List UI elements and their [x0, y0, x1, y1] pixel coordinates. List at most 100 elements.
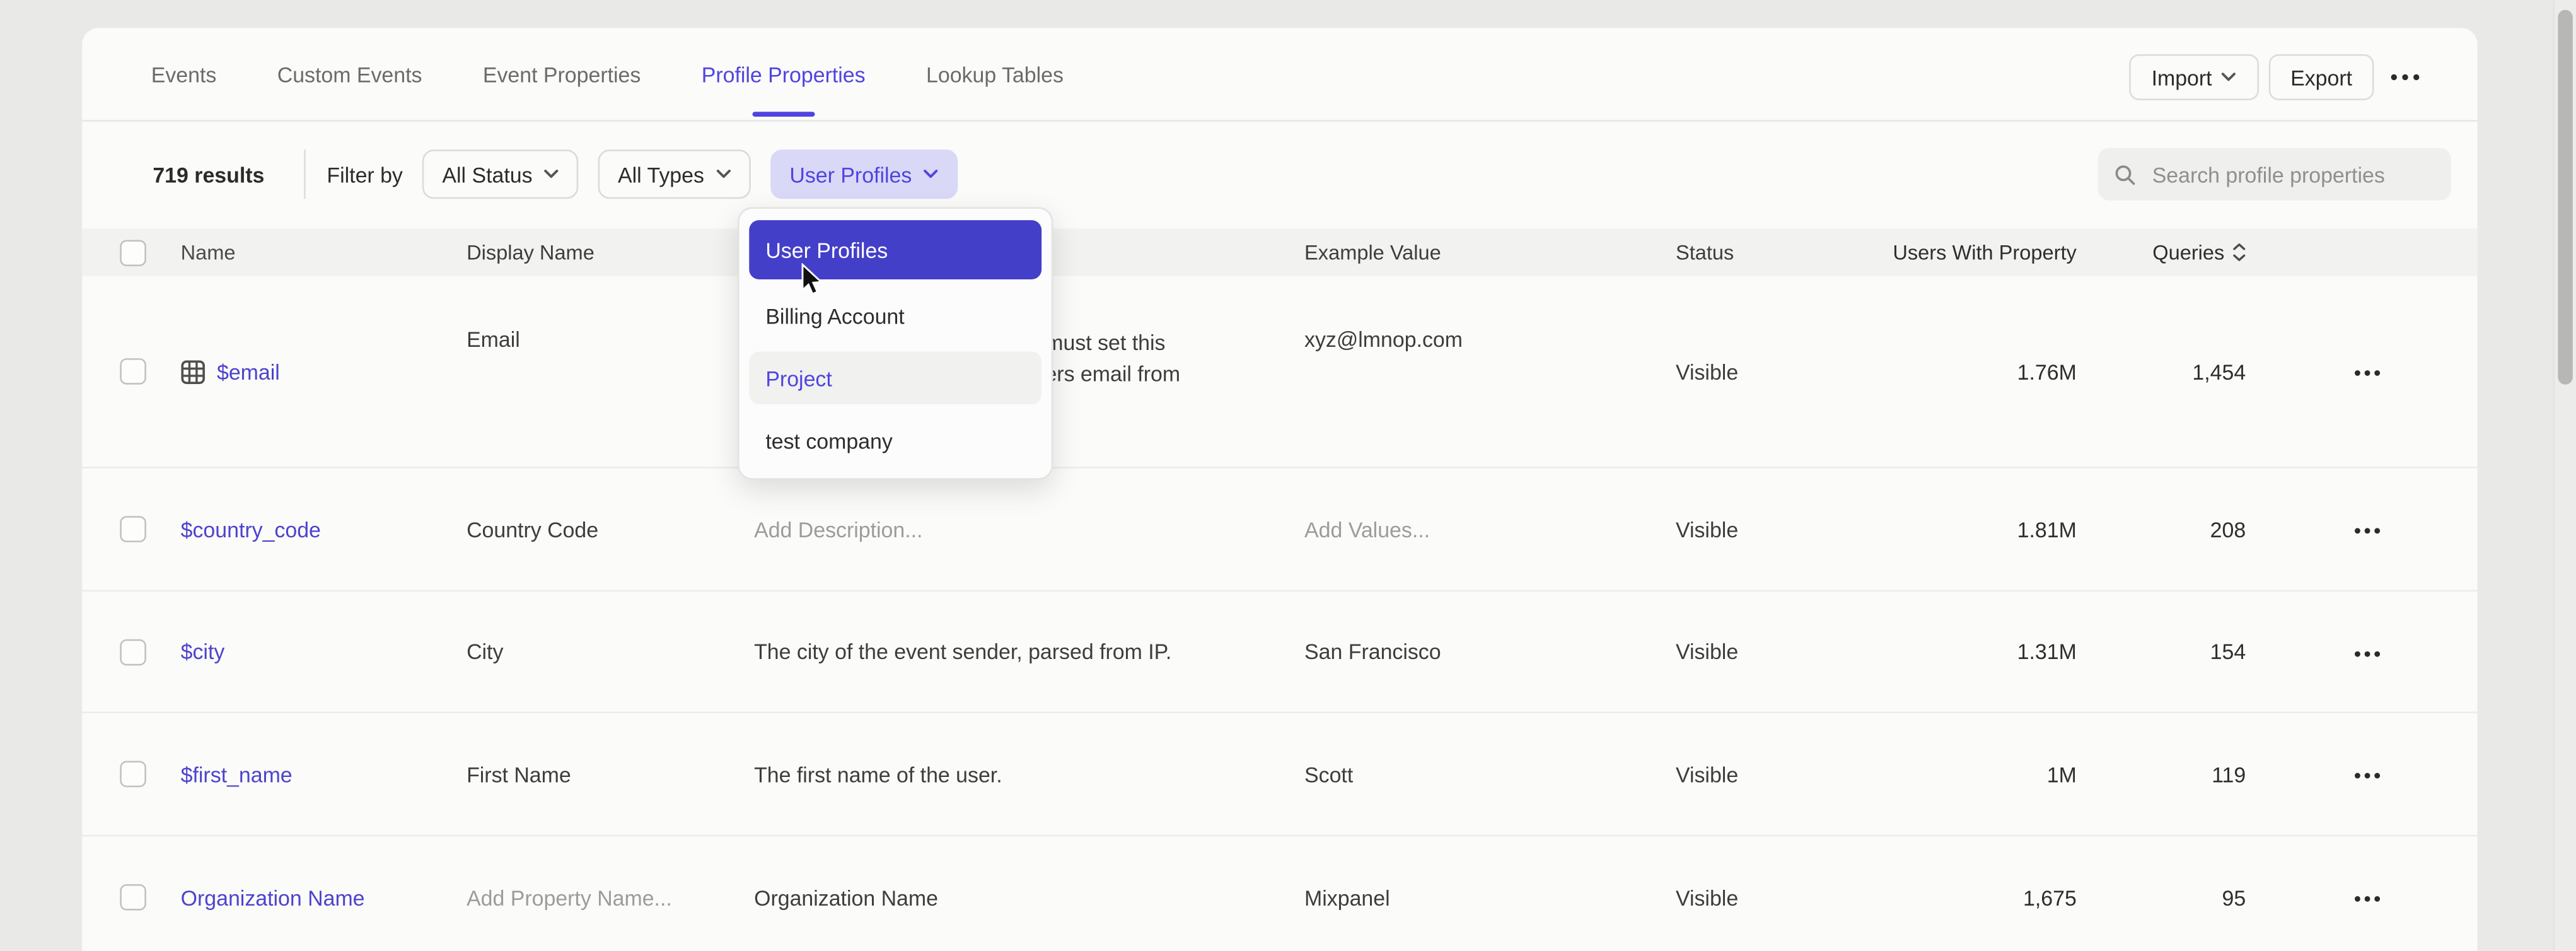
ellipsis-icon [2354, 896, 2381, 902]
row-actions-button[interactable] [2354, 639, 2381, 664]
row-checkbox[interactable] [120, 761, 146, 788]
example-value[interactable]: Scott [1304, 762, 1353, 786]
header-status: Status [1648, 241, 1881, 264]
tab-profile-properties[interactable]: Profile Properties [702, 62, 866, 86]
tab-custom-events[interactable]: Custom Events [277, 62, 422, 86]
row-checkbox[interactable] [120, 358, 146, 385]
row-actions-button[interactable] [2354, 517, 2381, 542]
tab-label: Events [151, 62, 217, 86]
chevron-down-icon [924, 169, 938, 179]
chevron-down-icon [544, 169, 559, 179]
profiles-dropdown-menu: User Profiles Billing Account Project te… [738, 207, 1053, 480]
tab-label: Lookup Tables [926, 62, 1064, 86]
queries-count: 154 [2210, 639, 2246, 664]
description-value[interactable]: Organization Name [754, 882, 938, 913]
header-name: Name [181, 241, 467, 264]
example-value[interactable]: Mixpanel [1304, 885, 1390, 909]
queries-count: 208 [2210, 517, 2246, 542]
users-count: 1,675 [2023, 885, 2077, 909]
display-name-value[interactable]: City [467, 639, 503, 664]
mouse-cursor [800, 263, 825, 298]
scrollbar-thumb[interactable] [2558, 10, 2572, 385]
users-count: 1M [2047, 762, 2077, 786]
property-name-link[interactable]: $first_name [181, 762, 293, 786]
display-name-value[interactable]: First Name [467, 762, 571, 786]
export-button[interactable]: Export [2269, 54, 2374, 100]
table-body: $email Email The user's email address. Y… [82, 276, 2477, 951]
tab-label: Custom Events [277, 62, 422, 86]
description-value[interactable]: The city of the event sender, parsed fro… [754, 636, 1171, 667]
ellipsis-icon [2354, 370, 2381, 376]
chevron-down-icon [716, 169, 730, 179]
status-value[interactable]: Visible [1676, 762, 1738, 786]
type-filter-dropdown[interactable]: All Types [598, 149, 750, 199]
more-options-button[interactable] [2379, 54, 2431, 100]
example-value[interactable]: xyz@lmnop.com [1304, 327, 1463, 352]
menu-item-label: test company [765, 428, 893, 453]
row-actions-button[interactable] [2354, 359, 2381, 383]
example-placeholder[interactable]: Add Values... [1304, 517, 1430, 542]
tab-label: Profile Properties [702, 62, 866, 86]
display-name-value[interactable]: Country Code [467, 517, 598, 542]
profile-type-dropdown[interactable]: User Profiles [770, 149, 958, 199]
description-value[interactable]: The first name of the user. [754, 759, 1002, 790]
table-header: Name Display Name Description Example Va… [82, 228, 2477, 276]
tab-event-properties[interactable]: Event Properties [483, 62, 641, 86]
property-name-link[interactable]: $city [181, 639, 225, 664]
tab-events[interactable]: Events [151, 62, 217, 86]
select-all-checkbox[interactable] [120, 239, 146, 265]
row-checkbox[interactable] [120, 638, 146, 665]
display-name-value[interactable]: Email [467, 327, 520, 352]
page-background: Events Custom Events Event Properties Pr… [0, 0, 2576, 951]
header-queries[interactable]: Queries [2077, 241, 2246, 264]
status-value[interactable]: Visible [1676, 359, 1738, 383]
menu-item-test-company[interactable]: test company [749, 414, 1041, 467]
ellipsis-icon [2391, 74, 2420, 80]
row-actions-button[interactable] [2354, 885, 2381, 909]
example-value[interactable]: San Francisco [1304, 639, 1441, 664]
type-filter-label: All Types [618, 162, 704, 187]
users-count: 1.31M [2017, 639, 2077, 664]
status-value[interactable]: Visible [1676, 885, 1738, 909]
import-label: Import [2152, 65, 2212, 90]
scrollbar-track[interactable] [2553, 0, 2576, 951]
menu-item-project[interactable]: Project [749, 352, 1041, 404]
menu-item-label: Billing Account [765, 303, 904, 328]
queries-count: 119 [2212, 762, 2246, 786]
tab-lookup-tables[interactable]: Lookup Tables [926, 62, 1064, 86]
export-label: Export [2290, 65, 2352, 90]
row-checkbox[interactable] [120, 516, 146, 542]
display-name-placeholder[interactable]: Add Property Name... [467, 885, 672, 909]
property-name-link[interactable]: $email [217, 359, 280, 383]
ellipsis-icon [2354, 528, 2381, 534]
menu-item-billing-account[interactable]: Billing Account [749, 289, 1041, 342]
row-checkbox[interactable] [120, 884, 146, 911]
status-value[interactable]: Visible [1676, 639, 1738, 664]
results-count: 719 results [153, 162, 264, 187]
table-row-city: $city City The city of the event sender,… [82, 592, 2477, 713]
status-filter-label: All Status [442, 162, 532, 187]
table-row-first-name: $first_name First Name The first name of… [82, 713, 2477, 836]
tab-bar: Events Custom Events Event Properties Pr… [82, 28, 2477, 122]
search-input[interactable] [2149, 160, 2434, 188]
status-value[interactable]: Visible [1676, 517, 1738, 542]
table-row-organization-name: Organization Name Add Property Name... O… [82, 836, 2477, 951]
menu-item-user-profiles[interactable]: User Profiles [749, 220, 1041, 279]
import-button[interactable]: Import [2129, 54, 2259, 100]
row-actions-button[interactable] [2354, 762, 2381, 786]
table-row-email: $email Email The user's email address. Y… [82, 276, 2477, 469]
sort-icon [2232, 243, 2246, 262]
chevron-down-icon [2222, 73, 2236, 83]
header-users-with-property: Users With Property [1881, 241, 2077, 264]
queries-label: Queries [2152, 241, 2224, 264]
property-name-link[interactable]: $country_code [181, 517, 321, 542]
users-count: 1.81M [2017, 517, 2077, 542]
ellipsis-icon [2354, 650, 2381, 656]
status-filter-dropdown[interactable]: All Status [422, 149, 578, 199]
search-box[interactable] [2098, 148, 2451, 201]
property-name-link[interactable]: Organization Name [181, 885, 365, 909]
profile-filter-label: User Profiles [789, 162, 912, 187]
users-count: 1.76M [2017, 359, 2077, 383]
table-grid-icon [181, 359, 206, 383]
description-placeholder[interactable]: Add Description... [754, 513, 922, 545]
